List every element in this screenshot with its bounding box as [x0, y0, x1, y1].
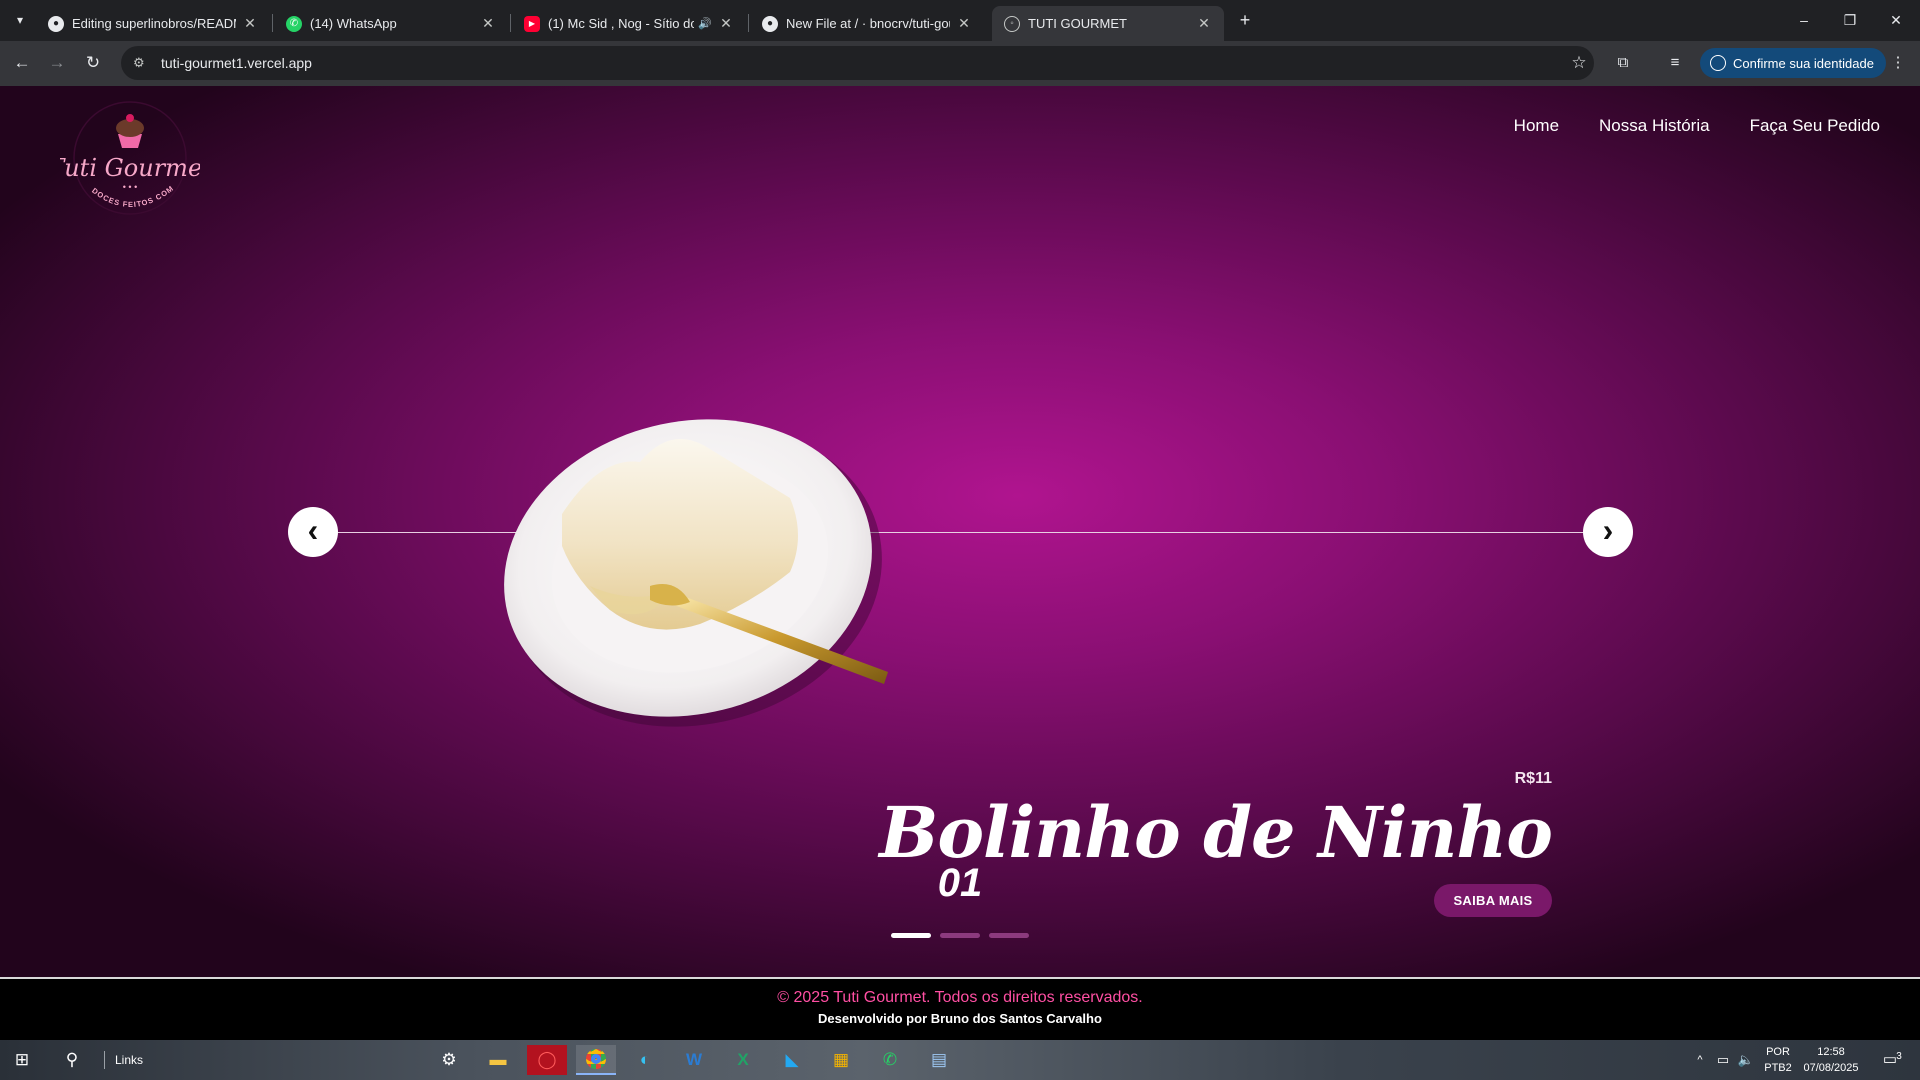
url-text[interactable]: tuti-gourmet1.vercel.app [161, 55, 1564, 71]
tab-close-icon[interactable]: ✕ [956, 15, 972, 32]
windows-taskbar: ⊞ ⚲ Links ⚙ ▬ ◯ ◐ W X ◣ ▦ ✆ ▤ ^ ▭ 🔈 POR … [0, 1040, 1920, 1080]
chrome-icon[interactable] [576, 1045, 616, 1075]
studio-app-icon[interactable]: ▦ [821, 1045, 861, 1075]
tray-chevron-up-icon[interactable]: ^ [1692, 1040, 1708, 1080]
network-icon[interactable]: ▭ [1712, 1040, 1734, 1080]
settings-gear-icon[interactable]: ⚙ [429, 1045, 469, 1075]
bookmark-star-icon[interactable]: ☆ [1564, 53, 1594, 73]
extensions-puzzle-icon[interactable]: ⧉ [1609, 49, 1637, 77]
slide-number: 01 [937, 861, 983, 905]
clock-date: 07/08/2025 [1803, 1062, 1859, 1074]
links-toolbar[interactable]: Links [104, 1051, 143, 1069]
tab-separator [272, 14, 273, 32]
tab-title: (14) WhatsApp [310, 16, 397, 31]
clock[interactable]: 12:58 07/08/2025 [1798, 1040, 1864, 1080]
chevron-right-icon: › [1602, 512, 1614, 548]
whatsapp-icon: ✆ [286, 15, 302, 32]
saiba-mais-button[interactable]: SAIBA MAIS [1434, 884, 1552, 917]
back-arrow-icon[interactable]: ← [8, 49, 36, 77]
tab-title: TUTI GOURMET [1028, 16, 1127, 31]
browser-tab[interactable]: ● New File at / · bnocrv/tuti-gour ✕ [750, 6, 984, 41]
chevron-left-icon: ‹ [307, 512, 319, 548]
whatsapp-taskbar-icon[interactable]: ✆ [870, 1045, 910, 1075]
address-bar[interactable]: ⚙ tuti-gourmet1.vercel.app ☆ [121, 46, 1594, 80]
window-close-icon[interactable]: ✕ [1884, 8, 1908, 32]
tab-separator [748, 14, 749, 32]
notification-count: 3 [1896, 1051, 1902, 1062]
github-icon: ● [48, 15, 64, 32]
new-tab-plus-icon[interactable]: + [1233, 8, 1257, 32]
minimize-icon[interactable]: – [1792, 8, 1816, 32]
site-info-icon[interactable]: ⚙ [133, 55, 151, 71]
language-indicator[interactable]: POR PTB2 [1760, 1040, 1796, 1080]
tab-close-icon[interactable]: ✕ [1196, 15, 1212, 32]
lang-bottom: PTB2 [1764, 1062, 1792, 1074]
nav-home-link[interactable]: Home [1514, 116, 1559, 136]
browser-tabstrip: ▾ ● Editing superlinobros/README ✕ ✆ (14… [0, 0, 1920, 41]
file-explorer-icon[interactable]: ▬ [478, 1045, 518, 1075]
carousel-next-button[interactable]: › [1583, 507, 1633, 557]
word-icon[interactable]: W [674, 1045, 714, 1075]
media-controls-icon[interactable]: ≡ [1661, 49, 1689, 77]
browser-tab[interactable]: ▶ (1) Mc Sid , Nog - Sítio do T 🔊 ✕ [512, 6, 746, 41]
nav-nossa-historia-link[interactable]: Nossa História [1599, 116, 1710, 136]
site-navigation: Home Nossa História Faça Seu Pedido [1514, 116, 1880, 136]
footer-copyright: © 2025 Tuti Gourmet. Todos os direitos r… [777, 989, 1143, 1006]
identity-label: Confirme sua identidade [1733, 55, 1874, 71]
reload-icon[interactable]: ↻ [79, 49, 107, 77]
vscode-icon[interactable]: ◣ [772, 1045, 812, 1075]
profile-icon [1710, 55, 1726, 71]
tuti-gourmet-logo[interactable]: Tuti Gourmet • • • DOCES FEITOS COM AMOR [60, 98, 200, 222]
restore-icon[interactable]: ❐ [1838, 8, 1862, 32]
forward-arrow-icon[interactable]: → [43, 49, 71, 77]
carousel-prev-button[interactable]: ‹ [288, 507, 338, 557]
excel-icon[interactable]: X [723, 1045, 763, 1075]
product-image [504, 419, 888, 727]
clock-time: 12:58 [1817, 1046, 1845, 1058]
tab-title: New File at / · bnocrv/tuti-gour [786, 16, 950, 31]
browser-tab[interactable]: ● Editing superlinobros/README ✕ [36, 6, 270, 41]
kebab-menu-icon[interactable]: ⋮ [1884, 49, 1912, 77]
volume-icon[interactable]: 🔈 [1736, 1040, 1756, 1080]
svg-text:• • •: • • • [123, 182, 137, 192]
youtube-icon: ▶ [524, 15, 540, 32]
footer-developer: Desenvolvido por Bruno dos Santos Carval… [818, 1011, 1102, 1026]
tab-close-icon[interactable]: ✕ [718, 15, 734, 32]
site-footer: © 2025 Tuti Gourmet. Todos os direitos r… [0, 979, 1920, 1040]
product-price: R$11 [1514, 770, 1552, 787]
identity-button[interactable]: Confirme sua identidade [1700, 48, 1886, 78]
web-page: Tuti Gourmet • • • DOCES FEITOS COM AMOR… [0, 86, 1920, 1040]
windows-start-icon[interactable]: ⊞ [2, 1045, 42, 1075]
globe-icon: ◦ [1004, 15, 1020, 32]
tab-title: Editing superlinobros/README [72, 16, 236, 31]
carousel-pagination [891, 933, 1029, 938]
logo-wordmark: Tuti Gourmet [60, 154, 200, 182]
edge-icon[interactable]: ◐ [625, 1045, 665, 1075]
calculator-icon[interactable]: ▤ [919, 1045, 959, 1075]
lang-top: POR [1766, 1046, 1790, 1058]
carousel-dot-1[interactable] [891, 933, 931, 938]
nav-faca-seu-pedido-link[interactable]: Faça Seu Pedido [1750, 116, 1880, 136]
carousel-dot-2[interactable] [940, 933, 980, 938]
carousel-dot-3[interactable] [989, 933, 1029, 938]
browser-toolbar: ← → ↻ ⚙ tuti-gourmet1.vercel.app ☆ ⧉ ≡ C… [0, 41, 1920, 86]
opera-icon[interactable]: ◯ [527, 1045, 567, 1075]
speaker-icon[interactable]: 🔊 [698, 17, 712, 30]
browser-tab[interactable]: ✆ (14) WhatsApp ✕ [274, 6, 508, 41]
tab-search-chevron-icon[interactable]: ▾ [8, 8, 32, 32]
tab-close-icon[interactable]: ✕ [242, 15, 258, 32]
tab-close-icon[interactable]: ✕ [480, 15, 496, 32]
github-icon: ● [762, 15, 778, 32]
tab-title: (1) Mc Sid , Nog - Sítio do T [548, 16, 695, 31]
browser-tab-active[interactable]: ◦ TUTI GOURMET ✕ [992, 6, 1224, 41]
hero-section: Tuti Gourmet • • • DOCES FEITOS COM AMOR… [0, 86, 1920, 977]
tab-separator [510, 14, 511, 32]
search-icon[interactable]: ⚲ [52, 1045, 92, 1075]
